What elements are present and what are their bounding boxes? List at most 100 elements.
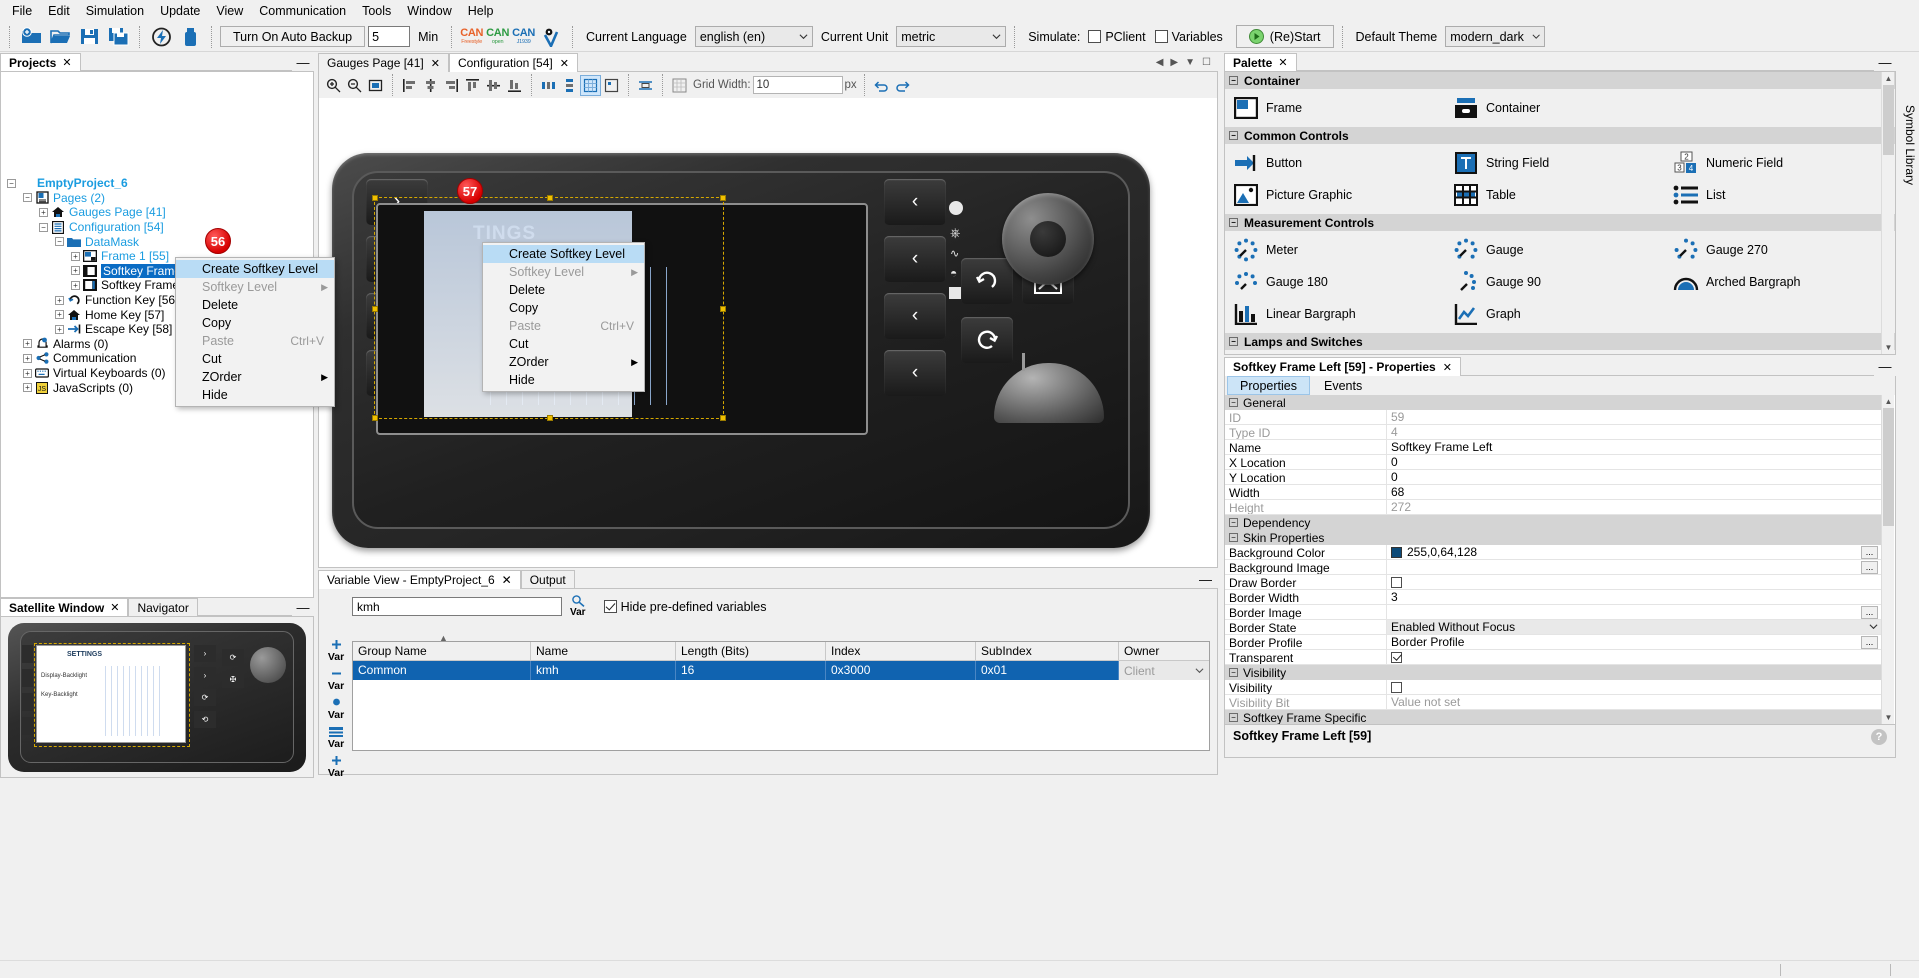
unit-select[interactable]: metric [896,26,1006,47]
tab-gauges-page[interactable]: Gauges Page [41] ✕ [318,53,449,72]
guides-icon[interactable] [636,76,655,95]
property-value-cell[interactable]: Enabled Without Focus [1387,620,1882,634]
property-row[interactable]: Border Width3 [1225,590,1882,605]
palette-item-string-field[interactable]: String Field [1445,147,1665,179]
tree-item-datamask[interactable]: −DataMask [1,234,313,249]
palette-group-container[interactable]: − Container [1225,72,1895,89]
ellipsis-button[interactable]: ... [1861,606,1878,619]
scroll-down-icon[interactable]: ▼ [1883,712,1894,723]
function-key-button[interactable] [961,258,1013,304]
menu-item-simulation[interactable]: Simulation [78,1,152,21]
flash-icon[interactable] [148,25,174,49]
property-row[interactable]: Transparent [1225,650,1882,665]
menu-item-view[interactable]: View [208,1,251,21]
menu-item-communication[interactable]: Communication [251,1,354,21]
tree-context-menu[interactable]: Create Softkey Level Softkey Level ▶ Del… [175,257,335,407]
ellipsis-button[interactable]: ... [1861,636,1878,649]
maximize-icon[interactable]: ☐ [1202,57,1211,68]
scroll-up-icon[interactable]: ▲ [1883,396,1894,407]
palette-item-numeric-field[interactable]: 234 Numeric Field [1665,147,1885,179]
minimize-icon[interactable]: — [1199,572,1212,587]
collapse-icon[interactable]: − [1229,518,1238,527]
expand-icon[interactable]: + [23,354,32,363]
close-icon[interactable]: ✕ [1443,361,1452,374]
collapse-icon[interactable]: − [1229,337,1238,346]
palette-scrollbar[interactable]: ▲ ▼ [1881,72,1894,354]
property-value-cell[interactable] [1387,680,1882,694]
minimize-icon[interactable]: — [292,598,314,616]
variables-table[interactable]: ▲ Group Name Name Length (Bits) Index Su… [352,641,1210,751]
ctx-tree-hide[interactable]: Hide [176,386,334,404]
property-value-cell[interactable]: 68 [1387,485,1882,499]
satellite-preview-area[interactable]: SETTINGS Display-Backlight Key-Backlight… [0,617,314,778]
properties-grid[interactable]: −GeneralID59Type ID4NameSoftkey Frame Le… [1224,395,1896,725]
property-value-cell[interactable]: ... [1387,560,1882,574]
palette-item-arched-bargraph[interactable]: Arched Bargraph [1665,266,1885,298]
property-row[interactable]: Border ProfileBorder Profile... [1225,635,1882,650]
design-canvas[interactable]: › › › › TINGS 20 40 60 80 100% [318,98,1218,568]
palette-item-meter[interactable]: Meter [1225,234,1445,266]
expand-icon[interactable]: + [23,383,32,392]
tab-configuration[interactable]: Configuration [54] ✕ [449,53,578,72]
property-value-cell[interactable]: 3 [1387,590,1882,604]
save-icon[interactable] [76,25,102,49]
ctx-canvas-cut[interactable]: Cut [483,335,644,353]
palette-group-lamps-switches[interactable]: − Lamps and Switches [1225,333,1895,350]
collapse-icon[interactable]: − [7,179,16,188]
tree-item-pages-2[interactable]: −Pages (2) [1,191,313,206]
palette-item-table[interactable]: Table [1445,179,1665,211]
add-var-button[interactable]: Var [323,639,349,663]
softkey-right-3[interactable]: ‹ [884,293,946,339]
palette-item-linear-bargraph[interactable]: Linear Bargraph [1225,298,1445,330]
property-value-cell[interactable]: 255,0,64,128... [1387,545,1882,559]
chevron-down-icon[interactable]: ▼ [1185,57,1195,68]
collapse-icon[interactable]: − [1229,398,1238,407]
property-row[interactable]: Visibility [1225,680,1882,695]
property-section-general[interactable]: −General [1225,395,1882,410]
property-checkbox[interactable] [1391,577,1402,588]
collapse-icon[interactable]: − [23,193,32,202]
softkey-right-2[interactable]: ‹ [884,236,946,282]
ctx-tree-delete[interactable]: Delete [176,296,334,314]
align-bottom-icon[interactable] [505,76,524,95]
align-left-icon[interactable] [400,76,419,95]
property-row[interactable]: Background Color255,0,64,128... [1225,545,1882,560]
chevron-down-icon[interactable] [1869,620,1878,634]
rotary-knob[interactable] [1002,193,1094,285]
can-open-icon[interactable]: CAN open [486,28,509,46]
show-grid-icon[interactable] [602,76,621,95]
align-middle-icon[interactable] [484,76,503,95]
ellipsis-button[interactable]: ... [1861,546,1878,559]
zoom-out-icon[interactable] [345,76,364,95]
ctx-tree-cut[interactable]: Cut [176,350,334,368]
col-owner[interactable]: Owner [1119,642,1209,660]
property-value-cell[interactable] [1387,575,1882,589]
tree-item-gauges-page-41[interactable]: +Gauges Page [41] [1,205,313,220]
open-folder-icon[interactable] [47,25,73,49]
tab-projects[interactable]: Projects ✕ [0,53,81,71]
close-icon[interactable]: ✕ [1278,56,1287,69]
tree-item-configuration-54[interactable]: −Configuration [54] [1,220,313,235]
col-index[interactable]: Index [826,642,976,660]
backup-minutes-input[interactable]: 5 [368,26,410,47]
expand-icon[interactable]: + [71,281,80,290]
can-j1939-icon[interactable]: CAN J1939 [512,28,535,46]
palette-item-power-switch[interactable]: Power Switch [1445,353,1665,355]
ctx-tree-copy[interactable]: Copy [176,314,334,332]
escape-key-button[interactable] [961,317,1013,363]
property-row[interactable]: Background Image... [1225,560,1882,575]
property-value-cell[interactable]: Value not set [1387,695,1882,709]
tab-properties[interactable]: Properties [1227,376,1310,395]
align-center-icon[interactable] [421,76,440,95]
ctx-canvas-copy[interactable]: Copy [483,299,644,317]
expand-icon[interactable]: + [23,369,32,378]
property-value-cell[interactable]: 272 [1387,500,1882,514]
distribute-h-icon[interactable] [539,76,558,95]
close-icon[interactable]: ✕ [502,573,512,587]
auto-backup-button[interactable]: Turn On Auto Backup [220,26,365,47]
help-icon[interactable]: ? [1871,729,1887,745]
property-section-visibility[interactable]: −Visibility [1225,665,1882,680]
canvas-context-menu[interactable]: Create Softkey Level Softkey Level ▶ Del… [482,242,645,392]
palette-group-measurement-controls[interactable]: − Measurement Controls [1225,214,1895,231]
palette-item-graph[interactable]: Graph [1445,298,1665,330]
